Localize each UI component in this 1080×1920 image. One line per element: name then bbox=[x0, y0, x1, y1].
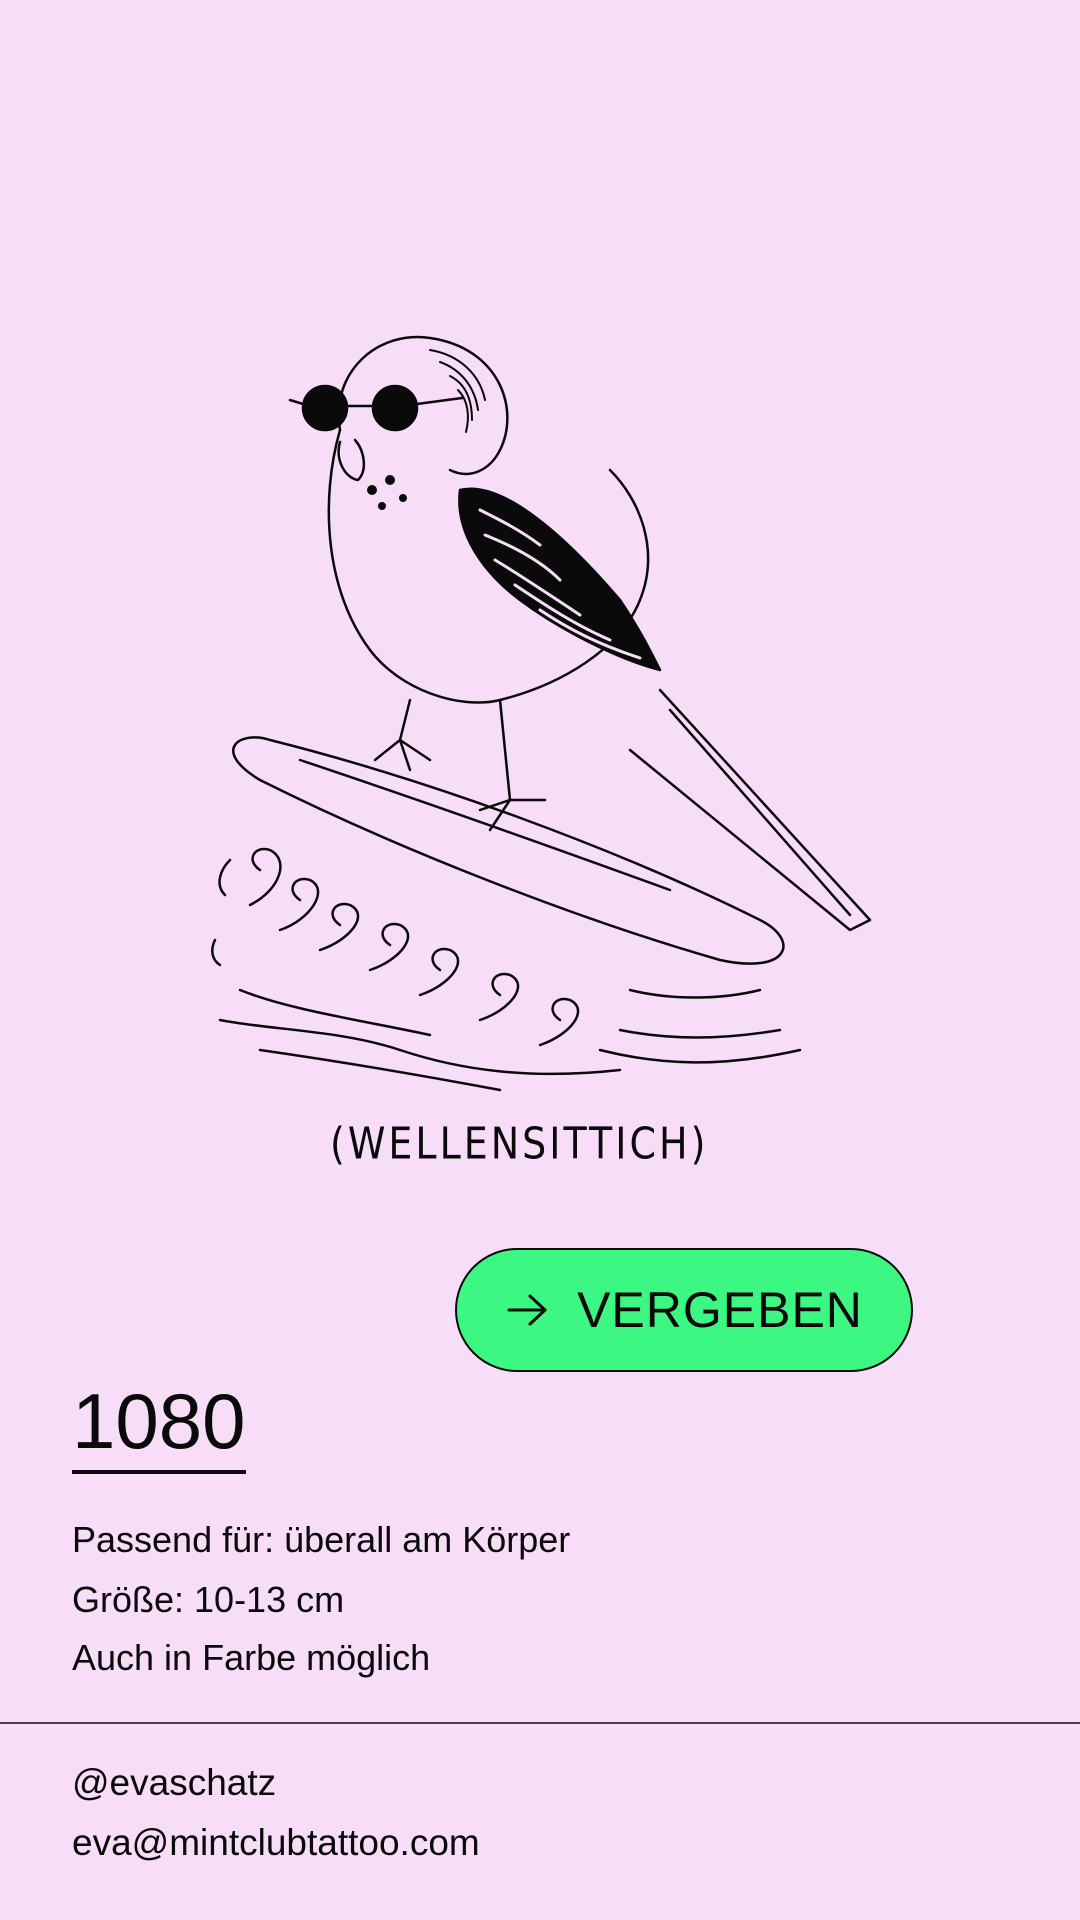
divider bbox=[0, 1722, 1080, 1724]
budgie-wing bbox=[458, 487, 662, 672]
design-number: 1080 bbox=[72, 1382, 246, 1474]
vergeben-status-button[interactable]: VERGEBEN bbox=[455, 1248, 913, 1372]
detail-size: Größe: 10-13 cm bbox=[72, 1579, 345, 1620]
status-button-label: VERGEBEN bbox=[577, 1282, 863, 1338]
arrow-right-icon bbox=[507, 1294, 547, 1326]
wave-lines bbox=[211, 847, 802, 1092]
artwork-caption: (WELLENSITTICH) bbox=[330, 1118, 709, 1169]
detail-color-option: Auch in Farbe möglich bbox=[72, 1637, 431, 1678]
sunglasses-icon bbox=[288, 384, 464, 432]
email-link[interactable]: eva@mintclubtattoo.com bbox=[72, 1824, 480, 1861]
instagram-handle-link[interactable]: @evaschatz bbox=[72, 1764, 276, 1801]
budgie-surfing-illustration bbox=[211, 335, 872, 1092]
detail-placement: Passend für: überall am Körper bbox=[72, 1519, 571, 1560]
